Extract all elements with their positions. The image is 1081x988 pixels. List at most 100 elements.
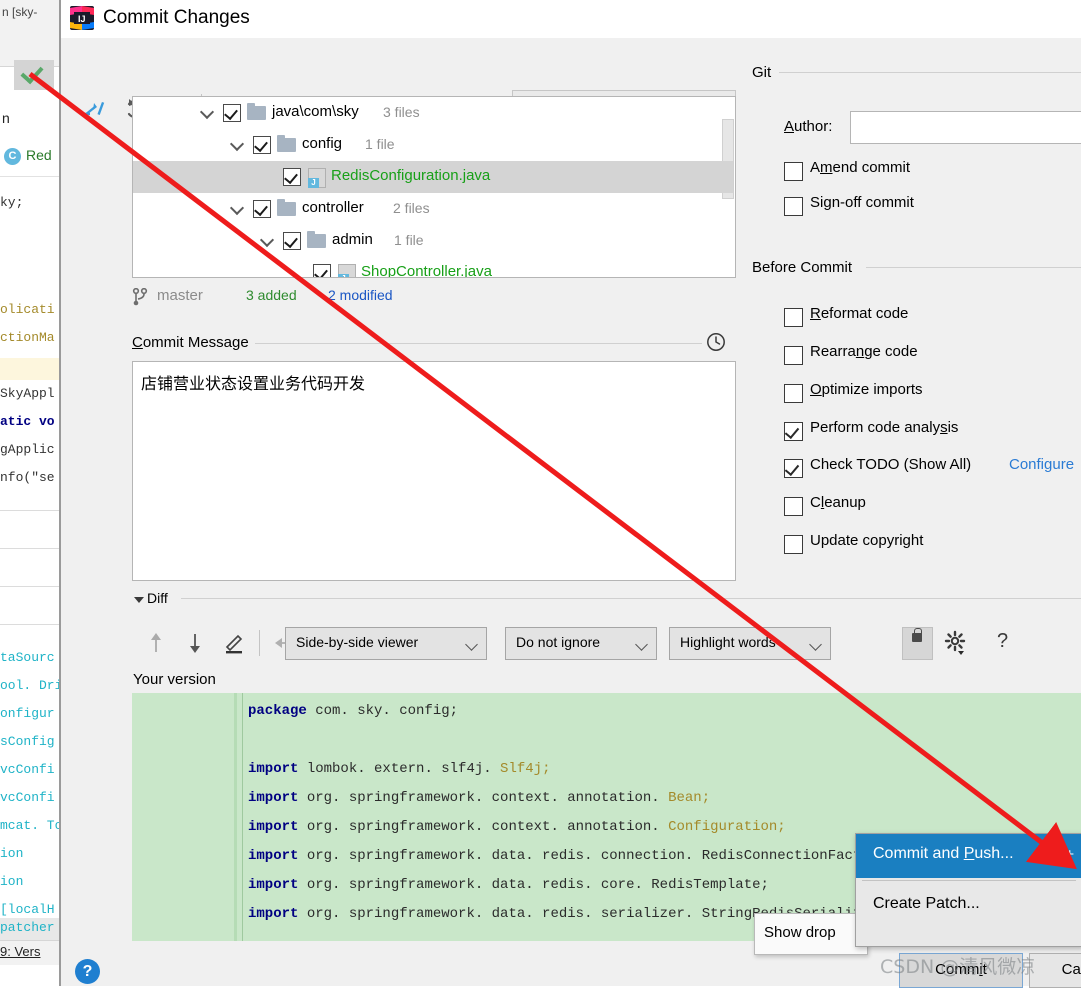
checkbox-label: Check TODO (Show All) — [810, 456, 972, 473]
line-number: 2 — [1058, 732, 1081, 748]
menu-item-commit-and-push[interactable]: Commit and Push... Ctrl+ — [856, 834, 1081, 878]
chevron-down-icon[interactable] — [202, 107, 213, 114]
table-row[interactable]: controller 2 files — [133, 193, 733, 225]
table-row[interactable]: java\com\sky 3 files — [133, 97, 733, 129]
code-line: package com. sky. config; — [248, 703, 459, 719]
branch-name: master — [157, 287, 203, 304]
intellij-idea-icon: IJ — [70, 6, 94, 30]
line-number: 4 — [1058, 790, 1081, 806]
table-row[interactable]: ShopController.java — [133, 257, 733, 277]
checkbox-box[interactable] — [784, 197, 803, 216]
chevron-down-icon[interactable] — [262, 235, 273, 242]
commit-button-label: Commit — [935, 961, 987, 978]
divider — [866, 267, 1081, 268]
java-file-icon — [308, 168, 326, 188]
folder-icon — [277, 135, 296, 152]
help-button[interactable]: ? — [75, 959, 100, 984]
tooltip: Show drop — [754, 913, 868, 955]
diff-section-title: Diff — [147, 590, 174, 606]
chevron-down-icon — [635, 638, 648, 651]
commit-dropdown-menu[interactable]: Commit and Push... Ctrl+ Create Patch... — [855, 833, 1081, 947]
ide-code-fragment: vcConfi — [0, 790, 55, 805]
checkbox-box[interactable] — [784, 422, 803, 441]
row-checkbox[interactable] — [283, 168, 301, 186]
checkbox-label: Sign-off commit — [810, 194, 914, 211]
checkbox-label: Perform code analysis — [810, 419, 959, 436]
ide-code-fragment: ool. Dri — [0, 678, 60, 693]
row-checkbox[interactable] — [283, 232, 301, 250]
changed-files-tree[interactable]: java\com\sky 3 files config 1 file Redis… — [132, 96, 736, 278]
modified-count: 2 modified — [328, 287, 393, 303]
ide-code-fragment: mcat. To — [0, 818, 60, 833]
row-name: admin — [332, 231, 373, 248]
commit-message-input[interactable]: 店铺营业状态设置业务代码开发 — [132, 361, 736, 581]
table-row[interactable]: RedisConfiguration.java — [133, 161, 733, 193]
ide-code-fragment: ky; — [0, 195, 24, 210]
checkbox-box[interactable] — [784, 308, 803, 327]
checkbox-box[interactable] — [784, 535, 803, 554]
ide-code-fragment: [localH — [0, 902, 55, 917]
checkbox-label: Amend commit — [810, 159, 911, 176]
ide-code-fragment: sConfig — [0, 734, 55, 749]
row-checkbox[interactable] — [253, 136, 271, 154]
before-commit-title: Before Commit — [752, 259, 859, 276]
svg-text:IJ: IJ — [78, 14, 86, 24]
table-row[interactable]: config 1 file — [133, 129, 733, 161]
checkbox-label: Cleanup — [810, 494, 866, 511]
chevron-down-icon[interactable] — [232, 139, 243, 146]
row-count: 1 file — [365, 136, 395, 152]
show-diff-icon[interactable] — [81, 94, 111, 124]
java-file-icon — [338, 264, 356, 277]
folder-icon — [247, 103, 266, 120]
row-checkbox[interactable] — [223, 104, 241, 122]
viewer-mode-dropdown[interactable]: Side-by-side viewer — [285, 627, 487, 660]
divider — [181, 598, 1081, 599]
menu-separator — [862, 880, 1076, 881]
menu-item-create-patch[interactable]: Create Patch... — [856, 884, 1081, 928]
whitespace-mode-value: Do not ignore — [516, 634, 601, 650]
cancel-button[interactable]: Cancel — [1029, 953, 1081, 988]
collapse-triangle-icon[interactable] — [134, 597, 144, 603]
configure-link[interactable]: Configure — [1009, 456, 1074, 473]
commit-message-label: Commit Message — [132, 334, 255, 351]
lock-icon — [912, 628, 922, 642]
menu-item-label: Create Patch... — [873, 895, 980, 912]
chevron-down-icon[interactable] — [232, 203, 243, 210]
checkbox-box[interactable] — [784, 384, 803, 403]
checkbox-label: Rearrange code — [810, 343, 918, 360]
checkbox-box[interactable] — [784, 346, 803, 365]
ide-title: n [sky- — [0, 0, 60, 25]
author-field[interactable] — [850, 111, 1081, 144]
row-checkbox[interactable] — [253, 200, 271, 218]
ide-status-text: 9: Vers — [0, 944, 41, 959]
ide-tab-row: n — [0, 100, 60, 137]
checkbox-box[interactable] — [784, 497, 803, 516]
help-icon[interactable]: ? — [997, 630, 1008, 653]
commit-message-value: 店铺营业状态设置业务代码开发 — [141, 374, 366, 393]
ide-code-fragment: ion — [0, 874, 24, 889]
row-checkbox[interactable] — [313, 264, 331, 277]
line-number: 1 — [1058, 703, 1081, 719]
highlight-mode-dropdown[interactable]: Highlight words — [669, 627, 831, 660]
row-name: config — [302, 135, 343, 152]
branch-status-bar: master 3 added 2 modified — [132, 285, 734, 311]
dialog-titlebar: IJ Commit Changes — [61, 0, 1081, 38]
checkbox-label: Update copyright — [810, 532, 924, 549]
table-row[interactable]: admin 1 file — [133, 225, 733, 257]
row-name: java\com\sky — [272, 103, 359, 120]
ide-code-fragment: gApplic — [0, 442, 55, 457]
code-line: import org. springframework. context. an… — [248, 819, 786, 835]
next-difference-icon[interactable] — [180, 628, 210, 658]
whitespace-mode-dropdown[interactable]: Do not ignore — [505, 627, 657, 660]
commit-button[interactable]: Commit — [899, 953, 1023, 988]
cancel-button-label: Cancel — [1061, 961, 1081, 978]
chevron-down-icon — [465, 638, 478, 651]
ide-code-fragment: vcConfi — [0, 762, 55, 777]
ide-code-fragment: ion — [0, 846, 24, 861]
checkbox-box[interactable] — [784, 162, 803, 181]
clock-icon[interactable] — [706, 332, 726, 352]
previous-difference-icon[interactable] — [141, 628, 171, 658]
gear-icon[interactable] — [943, 630, 969, 656]
edit-source-icon[interactable] — [219, 628, 249, 658]
checkbox-box[interactable] — [784, 459, 803, 478]
